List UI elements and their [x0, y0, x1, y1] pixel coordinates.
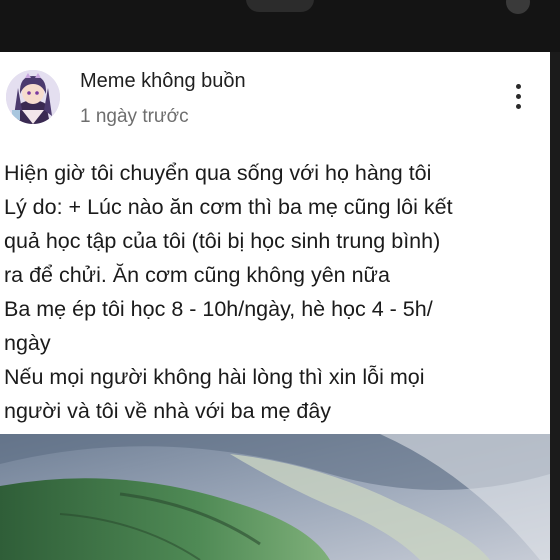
post-line: người và tôi về nhà với ba mẹ đây: [4, 399, 332, 423]
post-line: Nếu mọi người không hài lòng thì xin lỗi…: [4, 365, 425, 389]
screen-edge: [550, 52, 560, 560]
post-image[interactable]: [0, 434, 550, 560]
post-line: ra để chửi. Ăn cơm cũng không yên nữa: [4, 263, 390, 287]
post-line: Ba mẹ ép tôi học 8 - 10h/ngày, hè học 4 …: [4, 297, 433, 321]
post-card: Meme không buồn 1 ngày trước Hiện giờ tô…: [0, 52, 550, 560]
post-line: quả học tập của tôi (tôi bị học sinh tru…: [4, 229, 441, 253]
post-line: Lý do: + Lúc nào ăn cơm thì ba mẹ cũng l…: [4, 195, 453, 219]
post-line: Hiện giờ tôi chuyển qua sống với họ hàng…: [4, 161, 432, 185]
phone-status-bar: [0, 0, 560, 52]
avatar[interactable]: [6, 70, 60, 124]
status-indicator-icon: [506, 0, 530, 14]
post-line: ngày: [4, 331, 51, 355]
anime-scene-image: [0, 434, 550, 560]
more-options-icon[interactable]: [508, 84, 528, 118]
author-name[interactable]: Meme không buồn: [80, 70, 246, 93]
anime-girl-avatar-icon: [6, 70, 60, 124]
post-timestamp[interactable]: 1 ngày trước: [80, 106, 189, 128]
camera-notch: [246, 0, 314, 12]
post-body: Hiện giờ tôi chuyển qua sống với họ hàng…: [4, 156, 544, 428]
